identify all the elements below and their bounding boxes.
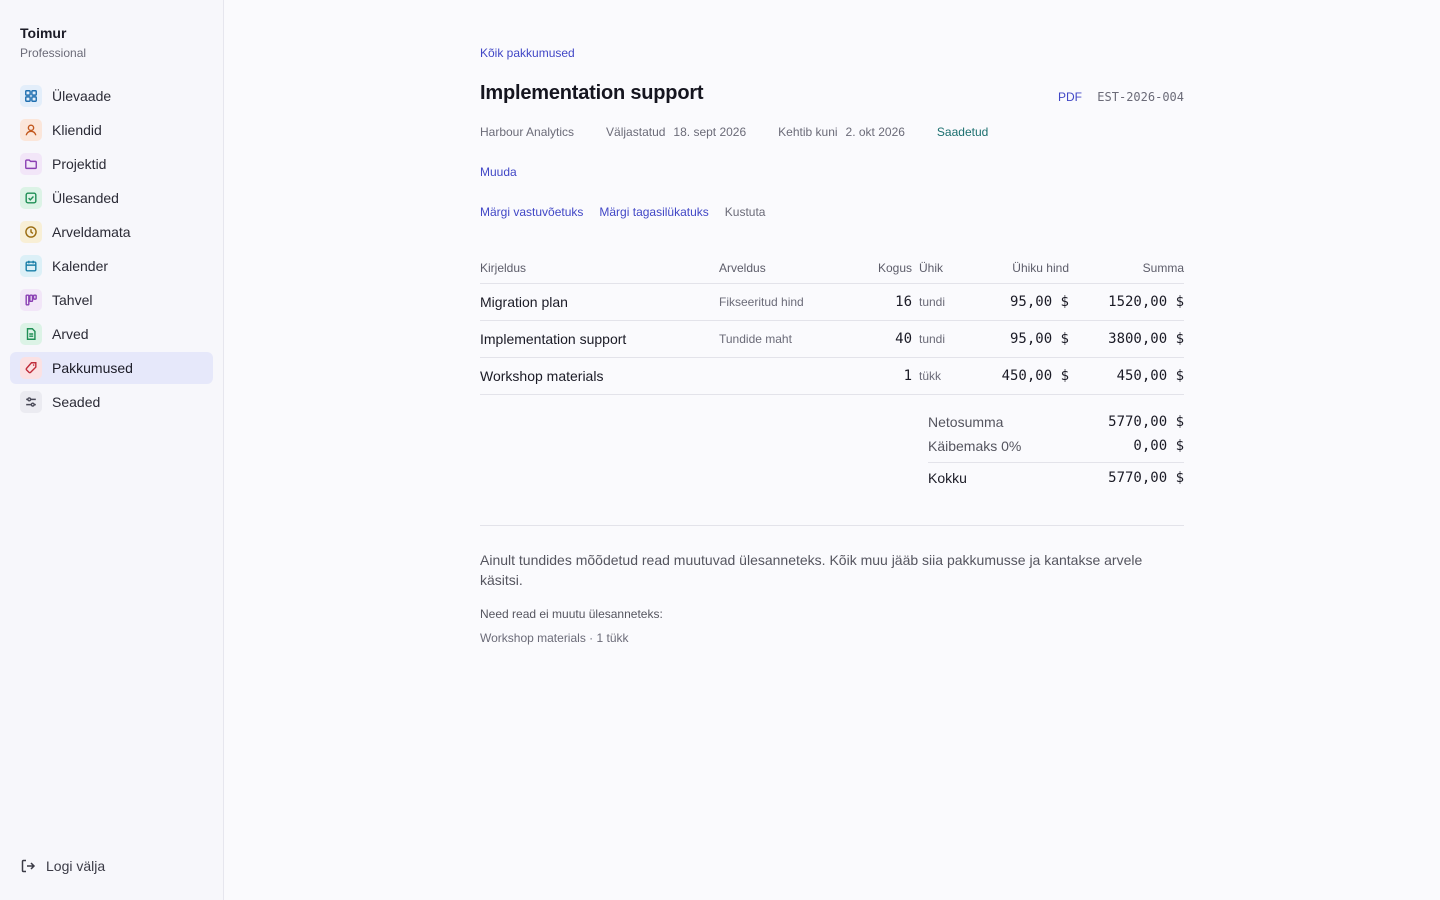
valid-until-label: Kehtib kuni xyxy=(778,125,838,139)
column-header-billing: Arveldus xyxy=(719,260,766,275)
sliders-icon xyxy=(20,391,42,413)
vat-row: Käibemaks 0% 0,00 $ xyxy=(928,434,1184,458)
row-billing: Tundide maht xyxy=(719,332,792,346)
row-quantity: 40 xyxy=(895,331,912,347)
pdf-button[interactable]: PDF xyxy=(1058,90,1082,104)
brand-plan: Professional xyxy=(20,46,87,60)
vat-label: Käibemaks 0% xyxy=(928,438,1022,454)
sidebar-item-tahvel[interactable]: Tahvel xyxy=(10,284,213,316)
totals-summary: Netosumma 5770,00 $ Käibemaks 0% 0,00 $ … xyxy=(928,410,1184,491)
table-row: Implementation support Tundide maht 40 t… xyxy=(480,321,1184,358)
divider xyxy=(480,525,1184,526)
sidebar-item-label: Ülesanded xyxy=(52,190,119,206)
folder-icon xyxy=(20,153,42,175)
sidebar-item-arved[interactable]: Arved xyxy=(10,318,213,350)
column-header-quantity: Kogus xyxy=(877,260,912,275)
sidebar-item-label: Kliendid xyxy=(52,122,102,138)
sidebar-item-label: Arved xyxy=(52,326,89,342)
table-header: Kirjeldus Arveldus Kogus Ühik Ühiku hind… xyxy=(480,252,1184,284)
row-billing: Fikseeritud hind xyxy=(719,295,804,309)
client-name: Harbour Analytics xyxy=(480,125,575,139)
table-row: Workshop materials 1 tükk 450,00 $ 450,0… xyxy=(480,358,1184,395)
mark-accepted-button[interactable]: Märgi vastuvõetuks xyxy=(480,205,583,219)
column-header-unit-price: Ühiku hind xyxy=(1012,260,1069,275)
line-items-table: Kirjeldus Arveldus Kogus Ühik Ühiku hind… xyxy=(480,252,1184,395)
document-icon xyxy=(20,323,42,345)
row-unit-price: 95,00 $ xyxy=(1009,294,1069,310)
delete-button[interactable]: Kustuta xyxy=(725,205,766,219)
grand-total-value: 5770,00 $ xyxy=(1108,470,1184,486)
tag-icon xyxy=(20,357,42,379)
sidebar-item-label: Kalender xyxy=(52,258,109,274)
breadcrumb-all-estimates[interactable]: Kõik pakkumused xyxy=(480,46,575,60)
brand: Toimur Professional xyxy=(20,24,86,60)
estimate-actions: Märgi vastuvõetuks Märgi tagasilükatuks … xyxy=(480,205,765,219)
estimate-number: EST-2026-004 xyxy=(1097,90,1184,104)
column-header-unit: Ühik xyxy=(919,260,944,275)
mark-declined-button[interactable]: Märgi tagasilükatuks xyxy=(599,205,708,219)
edit-button[interactable]: Muuda xyxy=(480,165,517,179)
net-total-row: Netosumma 5770,00 $ xyxy=(928,410,1184,434)
conversion-note: Ainult tundides mõõdetud read muutuvad ü… xyxy=(480,552,1143,588)
column-header-description: Kirjeldus xyxy=(480,260,527,275)
calendar-icon xyxy=(20,255,42,277)
clock-icon xyxy=(20,221,42,243)
row-total: 450,00 $ xyxy=(1116,368,1184,384)
logout-icon xyxy=(21,859,36,873)
status-badge: Saadetud xyxy=(936,125,989,139)
grid-icon xyxy=(20,85,42,107)
sidebar-item-kalender[interactable]: Kalender xyxy=(10,250,213,282)
sidebar-item-ulevaade[interactable]: Ülevaade xyxy=(10,80,213,112)
row-description: Migration plan xyxy=(480,294,568,310)
net-total-value: 5770,00 $ xyxy=(1108,414,1184,430)
row-description: Workshop materials xyxy=(480,368,604,384)
page-title: Implementation support xyxy=(480,82,704,104)
sidebar-nav: Ülevaade Kliendid Projektid Ülesanded Ar… xyxy=(10,80,213,420)
non-task-row-item: Workshop materials · 1 tükk xyxy=(480,631,629,645)
sidebar-item-seaded[interactable]: Seaded xyxy=(10,386,213,418)
logout-label: Logi välja xyxy=(46,858,106,874)
table-row: Migration plan Fikseeritud hind 16 tundi… xyxy=(480,284,1184,321)
row-quantity: 1 xyxy=(903,368,912,384)
row-total: 1520,00 $ xyxy=(1108,294,1184,310)
check-square-icon xyxy=(20,187,42,209)
sidebar-item-kliendid[interactable]: Kliendid xyxy=(10,114,213,146)
column-header-total: Summa xyxy=(1142,260,1184,275)
sidebar-item-label: Tahvel xyxy=(52,292,93,308)
row-unit-price: 95,00 $ xyxy=(1009,331,1069,347)
grand-total-label: Kokku xyxy=(928,470,967,486)
sidebar-item-ulesanded[interactable]: Ülesanded xyxy=(10,182,213,214)
non-task-rows-heading: Need read ei muutu ülesanneteks: xyxy=(480,607,663,621)
sidebar-item-projektid[interactable]: Projektid xyxy=(10,148,213,180)
sidebar-item-label: Pakkumused xyxy=(52,360,133,376)
row-description: Implementation support xyxy=(480,331,627,347)
row-unit: tundi xyxy=(919,332,946,346)
kanban-icon xyxy=(20,289,42,311)
sidebar-item-label: Seaded xyxy=(52,394,101,410)
logout-button[interactable]: Logi välja xyxy=(20,858,105,874)
issued-date: 18. sept 2026 xyxy=(673,125,747,139)
row-unit: tundi xyxy=(919,295,946,309)
row-unit: tükk xyxy=(919,369,942,383)
row-quantity: 16 xyxy=(895,294,912,310)
sidebar-item-arveldamata[interactable]: Arveldamata xyxy=(10,216,213,248)
grand-total-row: Kokku 5770,00 $ xyxy=(928,462,1184,491)
row-total: 3800,00 $ xyxy=(1108,331,1184,347)
estimate-meta: Harbour Analytics Väljastatud 18. sept 2… xyxy=(480,125,988,139)
brand-name: Toimur xyxy=(20,25,67,41)
row-unit-price: 450,00 $ xyxy=(1001,368,1069,384)
user-icon xyxy=(20,119,42,141)
sidebar-item-label: Ülevaade xyxy=(52,88,112,104)
issued-label: Väljastatud xyxy=(606,125,666,139)
vat-value: 0,00 $ xyxy=(1133,438,1184,454)
sidebar-item-label: Arveldamata xyxy=(52,224,131,240)
valid-until-date: 2. okt 2026 xyxy=(845,125,905,139)
sidebar: Toimur Professional Ülevaade Kliendid Pr… xyxy=(0,0,224,900)
net-total-label: Netosumma xyxy=(928,414,1004,430)
sidebar-item-pakkumused[interactable]: Pakkumused xyxy=(10,352,213,384)
sidebar-item-label: Projektid xyxy=(52,156,107,172)
